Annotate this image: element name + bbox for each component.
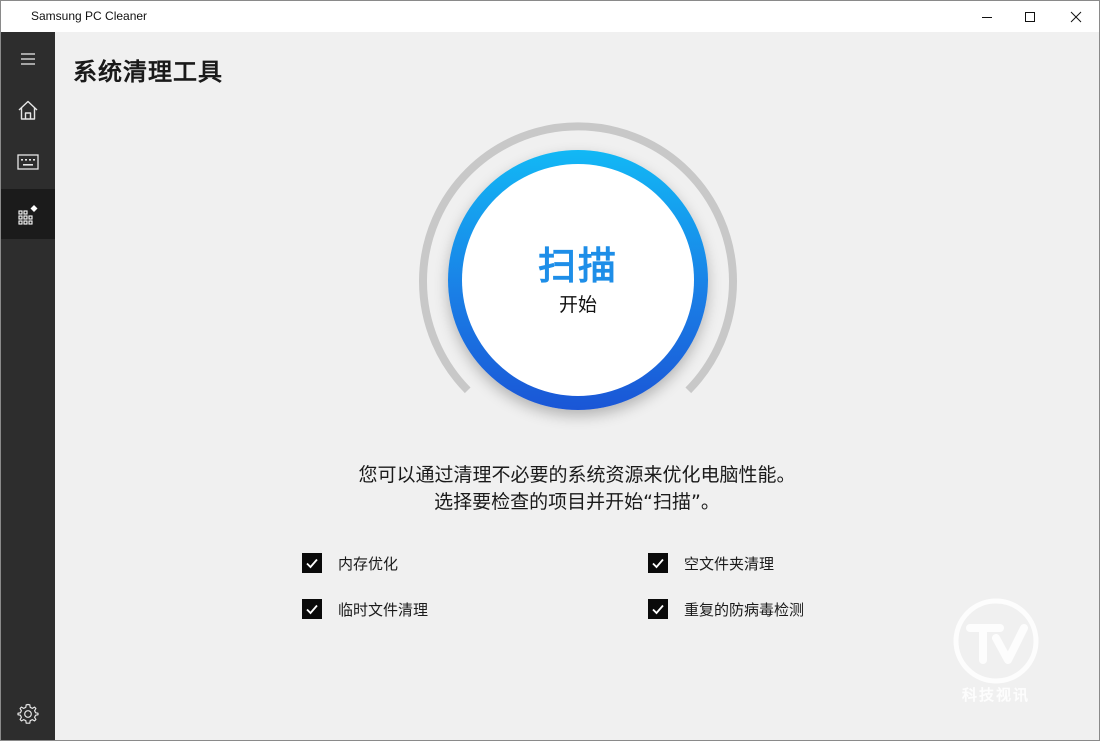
sidebar-item-keyboard[interactable] [1, 137, 55, 187]
checkbox[interactable] [648, 553, 668, 573]
sidebar-item-settings[interactable] [1, 689, 55, 739]
description-line-1: 您可以通过清理不必要的系统资源来优化电脑性能。 [358, 464, 796, 486]
sidebar-item-home[interactable] [1, 85, 55, 135]
watermark: 科技视讯 [948, 598, 1044, 708]
scan-button-face[interactable]: 扫描 开始 [462, 164, 694, 396]
watermark-logo-icon [953, 598, 1039, 684]
option-temp-file-clean[interactable]: 临时文件清理 [302, 598, 428, 620]
option-label: 重复的防病毒检测 [684, 600, 805, 619]
description-line-2: 选择要检查的项目并开始“扫描”。 [434, 491, 720, 513]
scan-button[interactable]: 扫描 开始 [448, 150, 708, 410]
watermark-text: 科技视讯 [961, 686, 1030, 704]
app-window: Samsung PC Cleaner 系统清理工具 扫描 开始 您可以通过清理不… [0, 0, 1100, 741]
checkbox[interactable] [302, 553, 322, 573]
maximize-icon [1025, 11, 1035, 22]
scan-label: 扫描 [537, 243, 618, 288]
close-icon [1070, 11, 1082, 22]
checkmark-icon [652, 604, 664, 615]
settings-icon [17, 703, 39, 724]
maximize-button[interactable] [1007, 1, 1053, 32]
title-bar[interactable]: Samsung PC Cleaner [1, 1, 1099, 32]
cleaner-tool-icon [18, 205, 38, 225]
sidebar-menu-toggle[interactable] [1, 34, 55, 84]
scan-area: 扫描 开始 [418, 120, 738, 440]
app-title: Samsung PC Cleaner [31, 9, 148, 23]
checkmark-icon [306, 604, 318, 615]
option-label: 临时文件清理 [338, 600, 429, 619]
option-empty-folder-clean[interactable]: 空文件夹清理 [648, 552, 774, 574]
checkbox[interactable] [648, 599, 668, 619]
menu-icon [21, 53, 35, 65]
minimize-button[interactable] [964, 1, 1010, 32]
option-duplicate-antivirus-detect[interactable]: 重复的防病毒检测 [648, 598, 804, 620]
home-icon [18, 100, 38, 120]
checkmark-icon [306, 558, 318, 569]
checkmark-icon [652, 558, 664, 569]
option-memory-optimize[interactable]: 内存优化 [302, 552, 398, 574]
option-label: 内存优化 [338, 554, 399, 573]
option-label: 空文件夹清理 [684, 554, 775, 573]
keyboard-icon [17, 154, 39, 170]
scan-sublabel: 开始 [558, 293, 597, 316]
sidebar [1, 32, 55, 740]
close-button[interactable] [1053, 1, 1099, 32]
main-content: 系统清理工具 扫描 开始 您可以通过清理不必要的系统资源来优化电脑性能。 选择要… [55, 32, 1099, 740]
sidebar-item-cleaner[interactable] [1, 189, 55, 239]
minimize-icon [982, 16, 992, 18]
page-title: 系统清理工具 [73, 58, 223, 86]
checkbox[interactable] [302, 599, 322, 619]
